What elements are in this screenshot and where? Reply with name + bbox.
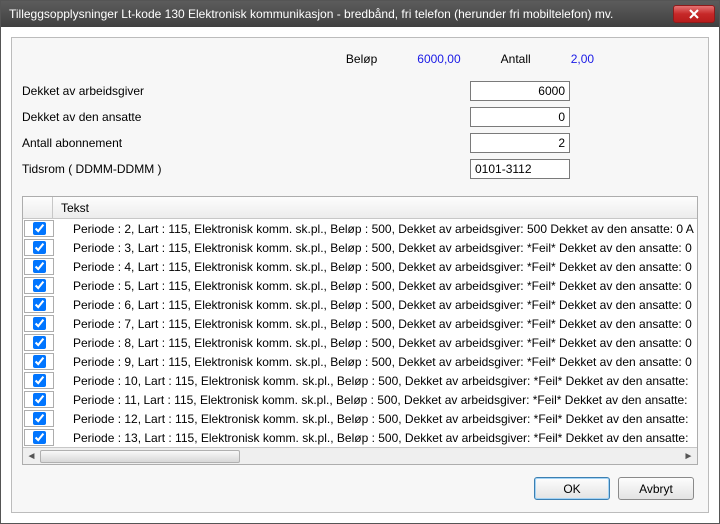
row-checkbox[interactable] [33, 298, 46, 311]
table-row[interactable]: Periode : 6, Lart : 115, Elektronisk kom… [23, 295, 697, 314]
row-checkbox-cell [24, 315, 54, 332]
grid-header-check-col [23, 197, 53, 218]
table-row[interactable]: Periode : 7, Lart : 115, Elektronisk kom… [23, 314, 697, 333]
row-checkbox[interactable] [33, 412, 46, 425]
dekket-ansatte-label: Dekket av den ansatte [22, 110, 322, 124]
row-checkbox-cell [24, 296, 54, 313]
row-checkbox[interactable] [33, 260, 46, 273]
table-row[interactable]: Periode : 12, Lart : 115, Elektronisk ko… [23, 409, 697, 428]
row-checkbox-cell [24, 239, 54, 256]
row-checkbox-cell [24, 220, 54, 237]
row-text: Periode : 6, Lart : 115, Elektronisk kom… [55, 298, 697, 312]
cancel-button[interactable]: Avbryt [618, 477, 694, 500]
dialog-window: Tilleggsopplysninger Lt-kode 130 Elektro… [0, 0, 720, 524]
summary-row: Beløp 6000,00 Antall 2,00 [22, 46, 698, 78]
client-area: Beløp 6000,00 Antall 2,00 Dekket av arbe… [1, 27, 719, 523]
row-text: Periode : 5, Lart : 115, Elektronisk kom… [55, 279, 697, 293]
row-checkbox[interactable] [33, 241, 46, 254]
scroll-left-arrow-icon[interactable]: ◄ [23, 449, 40, 464]
grid-header-text-col: Tekst [53, 201, 697, 215]
table-row[interactable]: Periode : 9, Lart : 115, Elektronisk kom… [23, 352, 697, 371]
horizontal-scrollbar[interactable]: ◄ ► [23, 447, 697, 464]
row-checkbox-cell [24, 353, 54, 370]
row-checkbox[interactable] [33, 374, 46, 387]
belop-value: 6000,00 [417, 52, 460, 66]
antall-label: Antall [501, 52, 531, 66]
belop-label: Beløp [346, 52, 377, 66]
row-text: Periode : 3, Lart : 115, Elektronisk kom… [55, 241, 697, 255]
main-panel: Beløp 6000,00 Antall 2,00 Dekket av arbe… [11, 37, 709, 513]
tidsrom-input[interactable] [470, 159, 570, 179]
row-text: Periode : 11, Lart : 115, Elektronisk ko… [55, 393, 697, 407]
scroll-thumb[interactable] [40, 450, 240, 463]
ok-button[interactable]: OK [534, 477, 610, 500]
row-checkbox[interactable] [33, 222, 46, 235]
grid: Tekst Periode : 2, Lart : 115, Elektroni… [22, 196, 698, 465]
row-checkbox[interactable] [33, 431, 46, 444]
row-text: Periode : 9, Lart : 115, Elektronisk kom… [55, 355, 697, 369]
row-checkbox-cell [24, 429, 54, 446]
button-row: OK Avbryt [22, 465, 698, 504]
antall-abonnement-label: Antall abonnement [22, 136, 322, 150]
window-title: Tilleggsopplysninger Lt-kode 130 Elektro… [1, 7, 669, 21]
dekket-arbeidsgiver-input[interactable] [470, 81, 570, 101]
antall-abonnement-input[interactable] [470, 133, 570, 153]
row-text: Periode : 8, Lart : 115, Elektronisk kom… [55, 336, 697, 350]
table-row[interactable]: Periode : 8, Lart : 115, Elektronisk kom… [23, 333, 697, 352]
row-text: Periode : 10, Lart : 115, Elektronisk ko… [55, 374, 697, 388]
table-row[interactable]: Periode : 10, Lart : 115, Elektronisk ko… [23, 371, 697, 390]
row-checkbox-cell [24, 410, 54, 427]
table-row[interactable]: Periode : 13, Lart : 115, Elektronisk ko… [23, 428, 697, 447]
row-checkbox[interactable] [33, 279, 46, 292]
row-text: Periode : 7, Lart : 115, Elektronisk kom… [55, 317, 697, 331]
row-checkbox[interactable] [33, 393, 46, 406]
row-checkbox-cell [24, 372, 54, 389]
dekket-arbeidsgiver-label: Dekket av arbeidsgiver [22, 84, 322, 98]
row-checkbox[interactable] [33, 355, 46, 368]
close-button[interactable] [673, 5, 715, 23]
grid-header: Tekst [23, 197, 697, 219]
tidsrom-label: Tidsrom ( DDMM-DDMM ) [22, 162, 322, 176]
row-checkbox-cell [24, 277, 54, 294]
row-checkbox[interactable] [33, 336, 46, 349]
row-text: Periode : 12, Lart : 115, Elektronisk ko… [55, 412, 697, 426]
dekket-ansatte-input[interactable] [470, 107, 570, 127]
antall-value: 2,00 [571, 52, 594, 66]
table-row[interactable]: Periode : 11, Lart : 115, Elektronisk ko… [23, 390, 697, 409]
row-checkbox-cell [24, 334, 54, 351]
row-text: Periode : 4, Lart : 115, Elektronisk kom… [55, 260, 697, 274]
row-text: Periode : 2, Lart : 115, Elektronisk kom… [55, 222, 697, 236]
row-text: Periode : 13, Lart : 115, Elektronisk ko… [55, 431, 697, 445]
grid-body: Periode : 2, Lart : 115, Elektronisk kom… [23, 219, 697, 447]
row-checkbox[interactable] [33, 317, 46, 330]
row-checkbox-cell [24, 391, 54, 408]
table-row[interactable]: Periode : 3, Lart : 115, Elektronisk kom… [23, 238, 697, 257]
title-bar: Tilleggsopplysninger Lt-kode 130 Elektro… [1, 1, 719, 27]
row-checkbox-cell [24, 258, 54, 275]
table-row[interactable]: Periode : 2, Lart : 115, Elektronisk kom… [23, 219, 697, 238]
close-icon [689, 9, 699, 19]
table-row[interactable]: Periode : 5, Lart : 115, Elektronisk kom… [23, 276, 697, 295]
scroll-right-arrow-icon[interactable]: ► [680, 449, 697, 464]
table-row[interactable]: Periode : 4, Lart : 115, Elektronisk kom… [23, 257, 697, 276]
